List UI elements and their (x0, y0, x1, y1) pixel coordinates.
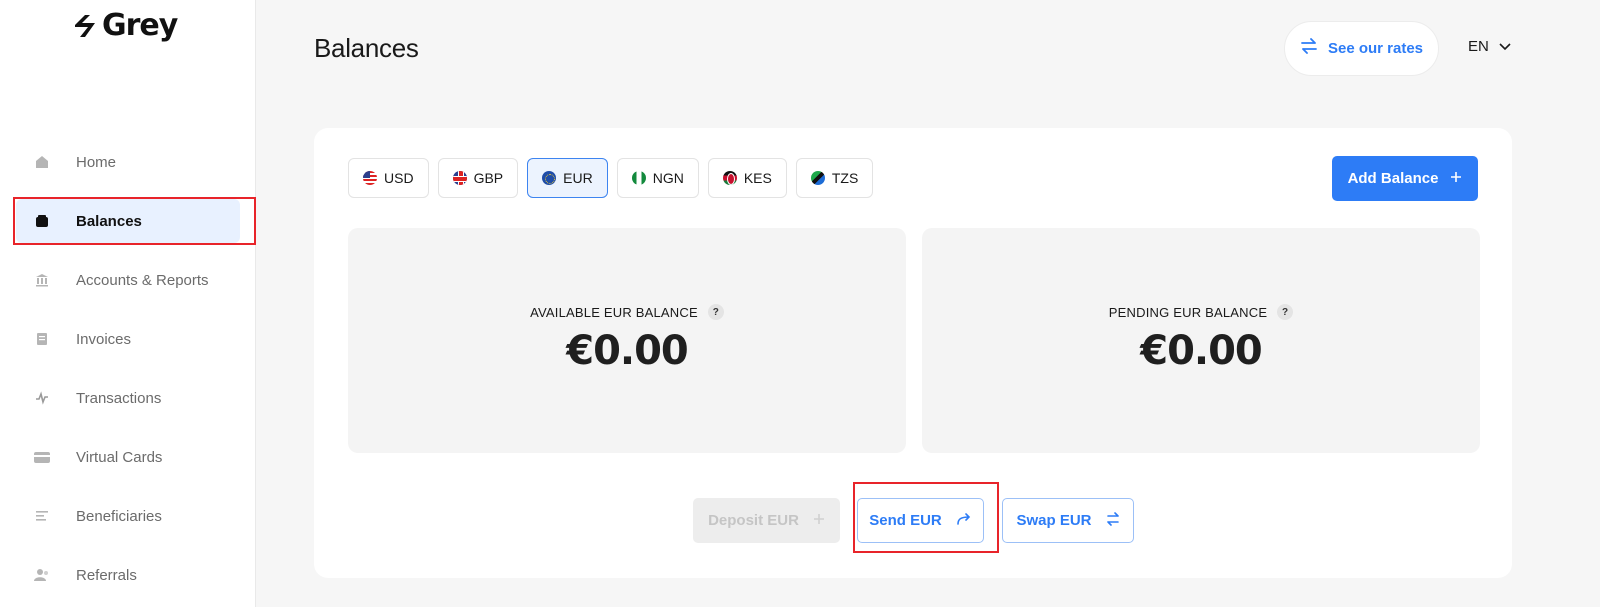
see-rates-button[interactable]: See our rates (1284, 21, 1439, 76)
sidebar-item-label: Balances (76, 212, 142, 230)
sidebar-item-home[interactable]: Home (16, 140, 240, 184)
card-icon (34, 449, 50, 465)
sidebar-item-virtual-cards[interactable]: Virtual Cards (16, 435, 240, 479)
tab-label: KES (743, 170, 772, 186)
send-label: Send EUR (869, 512, 942, 529)
language-label: EN (1468, 38, 1489, 55)
tab-label: EUR (563, 170, 593, 186)
deposit-button[interactable]: Deposit EUR (693, 498, 840, 543)
plus-icon (813, 512, 825, 529)
sidebar-item-label: Home (76, 153, 117, 171)
sidebar-item-invoices[interactable]: Invoices (16, 317, 240, 361)
list-icon (34, 508, 50, 524)
us-flag-icon (363, 171, 377, 185)
pending-balance-caption-row: PENDING EUR BALANCE ? (922, 304, 1480, 320)
chevron-down-icon (1499, 38, 1511, 55)
sidebar-item-label: Transactions (76, 389, 162, 407)
sidebar-item-beneficiaries[interactable]: Beneficiaries (16, 494, 240, 538)
available-balance-caption-row: AVAILABLE EUR BALANCE ? (348, 304, 906, 320)
plus-icon (1450, 170, 1462, 187)
tab-gbp[interactable]: GBP (437, 158, 519, 198)
pending-balance-panel: PENDING EUR BALANCE ? €0.00 (922, 228, 1480, 453)
uk-flag-icon (452, 171, 467, 185)
pending-balance-amount: €0.00 (1140, 328, 1263, 374)
pending-balance-caption: PENDING EUR BALANCE (1108, 304, 1268, 320)
swap-label: Swap EUR (1016, 512, 1092, 529)
brand-logo[interactable]: Grey (72, 8, 178, 43)
tab-label: USD (384, 170, 414, 186)
ke-flag-icon (722, 171, 737, 185)
bank-icon (34, 272, 50, 288)
swap-button[interactable]: Swap EUR (1002, 498, 1134, 543)
users-icon (34, 567, 50, 583)
available-balance-amount: €0.00 (566, 328, 689, 374)
page-title: Balances (314, 33, 419, 63)
invoice-icon (34, 331, 50, 347)
wallet-icon (34, 213, 50, 229)
sidebar-item-label: Beneficiaries (76, 507, 162, 525)
tab-label: GBP (473, 170, 504, 186)
balances-card: USD GBP EUR NGN KES TZS Add Balance AVAI… (314, 128, 1512, 578)
deposit-label: Deposit EUR (708, 512, 799, 529)
available-balance-panel: AVAILABLE EUR BALANCE ? €0.00 (348, 228, 906, 453)
sidebar: Grey Home Balances Accounts & Reports In… (0, 0, 256, 607)
swap-arrows-icon (1106, 511, 1120, 530)
currency-tabs: USD GBP EUR NGN KES TZS (348, 158, 874, 198)
sidebar-item-label: Referrals (76, 566, 137, 584)
help-icon[interactable]: ? (1277, 304, 1294, 320)
sidebar-item-balances[interactable]: Balances (16, 199, 240, 243)
sidebar-item-label: Invoices (76, 330, 132, 348)
tz-flag-icon (810, 171, 825, 185)
swap-arrows-icon (1300, 38, 1318, 59)
sidebar-item-accounts-reports[interactable]: Accounts & Reports (16, 258, 240, 302)
see-rates-label: See our rates (1327, 40, 1424, 57)
forward-arrow-icon (956, 512, 972, 529)
ng-flag-icon (631, 171, 646, 185)
add-balance-label: Add Balance (1347, 170, 1439, 187)
sidebar-item-transactions[interactable]: Transactions (16, 376, 240, 420)
language-selector[interactable]: EN (1468, 38, 1511, 55)
tab-label: NGN (652, 170, 684, 186)
brand-name: Grey (102, 8, 178, 43)
tab-kes[interactable]: KES (707, 158, 787, 198)
tab-eur[interactable]: EUR (527, 158, 608, 198)
tab-usd[interactable]: USD (348, 158, 429, 198)
available-balance-caption: AVAILABLE EUR BALANCE (530, 304, 698, 320)
sidebar-item-referrals[interactable]: Referrals (16, 553, 240, 597)
grey-logo-icon (75, 14, 95, 37)
tab-tzs[interactable]: TZS (795, 158, 874, 198)
send-button[interactable]: Send EUR (857, 498, 984, 543)
add-balance-button[interactable]: Add Balance (1332, 156, 1478, 201)
tab-label: TZS (831, 170, 859, 186)
help-icon[interactable]: ? (707, 304, 724, 320)
sidebar-item-label: Accounts & Reports (76, 271, 209, 289)
activity-icon (34, 390, 50, 406)
sidebar-item-label: Virtual Cards (76, 448, 163, 466)
home-icon (34, 154, 50, 170)
tab-ngn[interactable]: NGN (616, 158, 699, 198)
eu-flag-icon (542, 171, 557, 185)
